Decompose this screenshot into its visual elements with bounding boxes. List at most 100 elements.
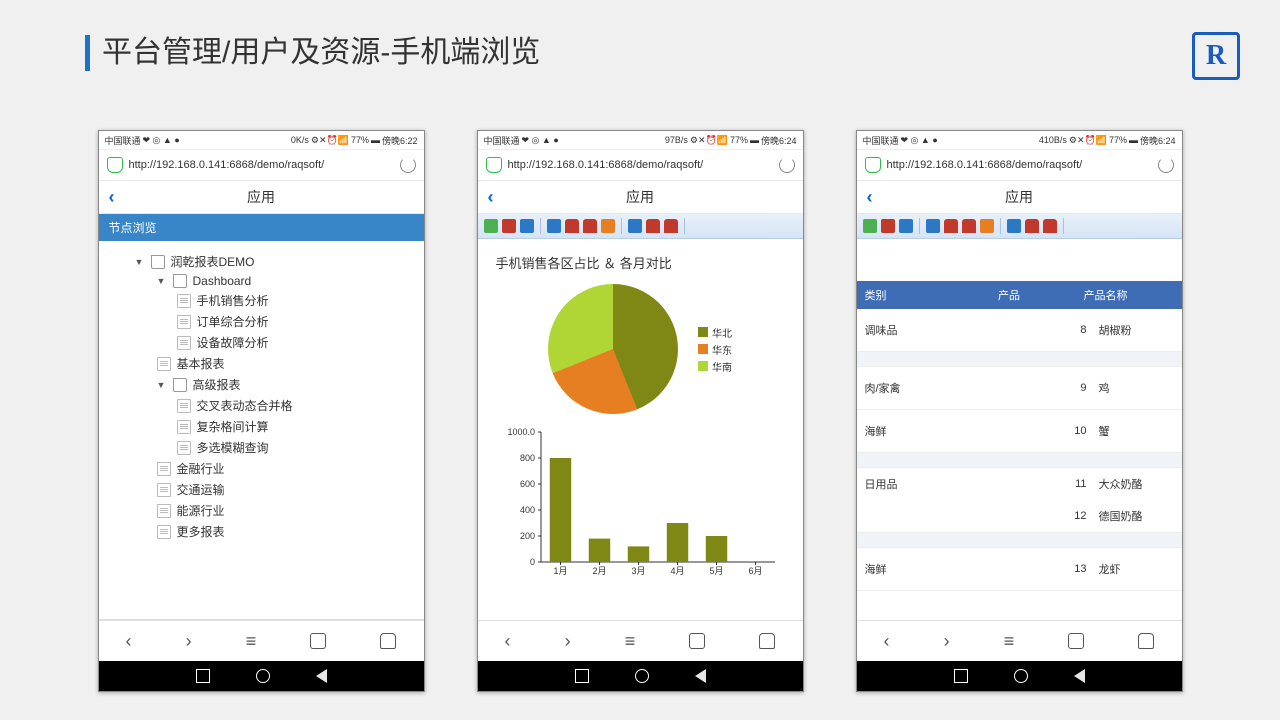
pie-legend: 华北 华东 华南 <box>698 323 732 376</box>
table-row[interactable]: 肉/家禽9鸡 <box>857 367 1182 410</box>
nav-tree: ▼润乾报表DEMO ▼Dashboard 手机销售分析 订单综合分析 设备故障分… <box>99 241 424 620</box>
back-icon[interactable]: ‹ <box>488 187 494 208</box>
tree-item[interactable]: 复杂格间计算 <box>105 416 418 437</box>
print-pdf-icon[interactable] <box>944 219 958 233</box>
print-pdf-icon[interactable] <box>1025 219 1039 233</box>
table-row[interactable]: 海鲜13龙虾 <box>857 548 1182 591</box>
nav-menu-icon[interactable]: ≡ <box>625 631 636 652</box>
url-text[interactable]: http://192.168.0.141:6868/demo/raqsoft/ <box>508 159 773 171</box>
tree-root[interactable]: ▼润乾报表DEMO <box>105 251 418 272</box>
back-button-icon[interactable] <box>316 669 327 683</box>
url-bar[interactable]: http://192.168.0.141:6868/demo/raqsoft/ <box>857 150 1182 181</box>
home-button-icon[interactable] <box>635 669 649 683</box>
table-body: 调味品8胡椒粉 肉/家禽9鸡 海鲜10蟹 日用品11大众奶酪 12德国奶酪 海鲜… <box>857 309 1182 620</box>
tree-item[interactable]: 设备故障分析 <box>105 332 418 353</box>
nav-tabs-icon[interactable] <box>1068 633 1084 649</box>
doc-icon <box>177 399 191 413</box>
table-row[interactable]: 日用品11大众奶酪 12德国奶酪 <box>857 468 1182 533</box>
doc-icon <box>157 462 171 476</box>
export-word-icon[interactable] <box>520 219 534 233</box>
tree-folder-advanced[interactable]: ▼高级报表 <box>105 374 418 395</box>
nav-forward-icon[interactable]: › <box>565 631 571 652</box>
recent-apps-icon[interactable] <box>196 669 210 683</box>
tree-item[interactable]: 多选模糊查询 <box>105 437 418 458</box>
url-text[interactable]: http://192.168.0.141:6868/demo/raqsoft/ <box>129 159 394 171</box>
print-pdf-icon[interactable] <box>1043 219 1057 233</box>
nav-menu-icon[interactable]: ≡ <box>246 631 257 652</box>
print-icon[interactable] <box>628 219 642 233</box>
svg-text:600: 600 <box>520 479 535 489</box>
print-pdf-icon[interactable] <box>583 219 597 233</box>
tree-item[interactable]: 交叉表动态合并格 <box>105 395 418 416</box>
export-excel-icon[interactable] <box>484 219 498 233</box>
export-icon[interactable] <box>980 219 994 233</box>
tree-item[interactable]: 能源行业 <box>105 500 418 521</box>
back-button-icon[interactable] <box>695 669 706 683</box>
nav-back-icon[interactable]: ‹ <box>126 631 132 652</box>
report-toolbar <box>478 214 803 239</box>
browser-nav: ‹ › ≡ <box>478 620 803 661</box>
recent-apps-icon[interactable] <box>575 669 589 683</box>
export-word-icon[interactable] <box>899 219 913 233</box>
app-bar: ‹ 应用 <box>857 181 1182 214</box>
nav-forward-icon[interactable]: › <box>944 631 950 652</box>
home-button-icon[interactable] <box>256 669 270 683</box>
recent-apps-icon[interactable] <box>954 669 968 683</box>
print-pdf-icon[interactable] <box>664 219 678 233</box>
tree-item[interactable]: 金融行业 <box>105 458 418 479</box>
nav-home-icon[interactable] <box>759 633 775 649</box>
nav-back-icon[interactable]: ‹ <box>505 631 511 652</box>
nav-tabs-icon[interactable] <box>310 633 326 649</box>
phone-table: 中国联通 ❤ ◎ ▲ ● 410B/s ⚙✕⏰📶 77% ▬ 傍晚6:24 ht… <box>856 130 1183 692</box>
net-speed: 97B/s <box>665 135 688 145</box>
back-icon[interactable]: ‹ <box>867 187 873 208</box>
net-speed: 410B/s <box>1039 135 1067 145</box>
tree-item[interactable]: 手机销售分析 <box>105 290 418 311</box>
print-icon[interactable] <box>1007 219 1021 233</box>
nav-home-icon[interactable] <box>1138 633 1154 649</box>
doc-icon <box>157 504 171 518</box>
app-title: 应用 <box>1005 187 1033 207</box>
battery-level: 77% <box>351 135 369 145</box>
reload-icon[interactable] <box>1158 157 1174 173</box>
url-bar[interactable]: http://192.168.0.141:6868/demo/raqsoft/ <box>99 150 424 181</box>
carrier-label: 中国联通 <box>484 134 520 147</box>
nav-forward-icon[interactable]: › <box>186 631 192 652</box>
tree-folder-basic[interactable]: 基本报表 <box>105 353 418 374</box>
home-button-icon[interactable] <box>1014 669 1028 683</box>
battery-level: 77% <box>730 135 748 145</box>
reload-icon[interactable] <box>779 157 795 173</box>
back-button-icon[interactable] <box>1074 669 1085 683</box>
tree-section-header: 节点浏览 <box>99 214 424 241</box>
phone-tree: 中国联通 ❤ ◎ ▲ ● 0K/s ⚙✕⏰📶 77% ▬ 傍晚6:22 http… <box>98 130 425 692</box>
android-nav <box>99 661 424 691</box>
shield-icon <box>107 157 123 173</box>
url-text[interactable]: http://192.168.0.141:6868/demo/raqsoft/ <box>887 159 1152 171</box>
export-excel-icon[interactable] <box>863 219 877 233</box>
tree-folder-dashboard[interactable]: ▼Dashboard <box>105 272 418 290</box>
back-icon[interactable]: ‹ <box>109 187 115 208</box>
brand-logo-icon: R <box>1192 32 1240 80</box>
table-row[interactable]: 调味品8胡椒粉 <box>857 309 1182 352</box>
svg-text:5月: 5月 <box>709 566 723 576</box>
tree-item[interactable]: 交通运输 <box>105 479 418 500</box>
print-pdf-icon[interactable] <box>646 219 660 233</box>
export-pdf-icon[interactable] <box>881 219 895 233</box>
nav-home-icon[interactable] <box>380 633 396 649</box>
col-product: 产品 <box>935 287 1084 303</box>
export-icon[interactable] <box>601 219 615 233</box>
tree-item[interactable]: 更多报表 <box>105 521 418 542</box>
nav-tabs-icon[interactable] <box>689 633 705 649</box>
col-name: 产品名称 <box>1084 287 1174 303</box>
nav-menu-icon[interactable]: ≡ <box>1004 631 1015 652</box>
table-row[interactable]: 海鲜10蟹 <box>857 410 1182 453</box>
url-bar[interactable]: http://192.168.0.141:6868/demo/raqsoft/ <box>478 150 803 181</box>
tree-item[interactable]: 订单综合分析 <box>105 311 418 332</box>
print-pdf-icon[interactable] <box>565 219 579 233</box>
nav-back-icon[interactable]: ‹ <box>884 631 890 652</box>
print-icon[interactable] <box>547 219 561 233</box>
print-pdf-icon[interactable] <box>962 219 976 233</box>
export-pdf-icon[interactable] <box>502 219 516 233</box>
reload-icon[interactable] <box>400 157 416 173</box>
print-icon[interactable] <box>926 219 940 233</box>
